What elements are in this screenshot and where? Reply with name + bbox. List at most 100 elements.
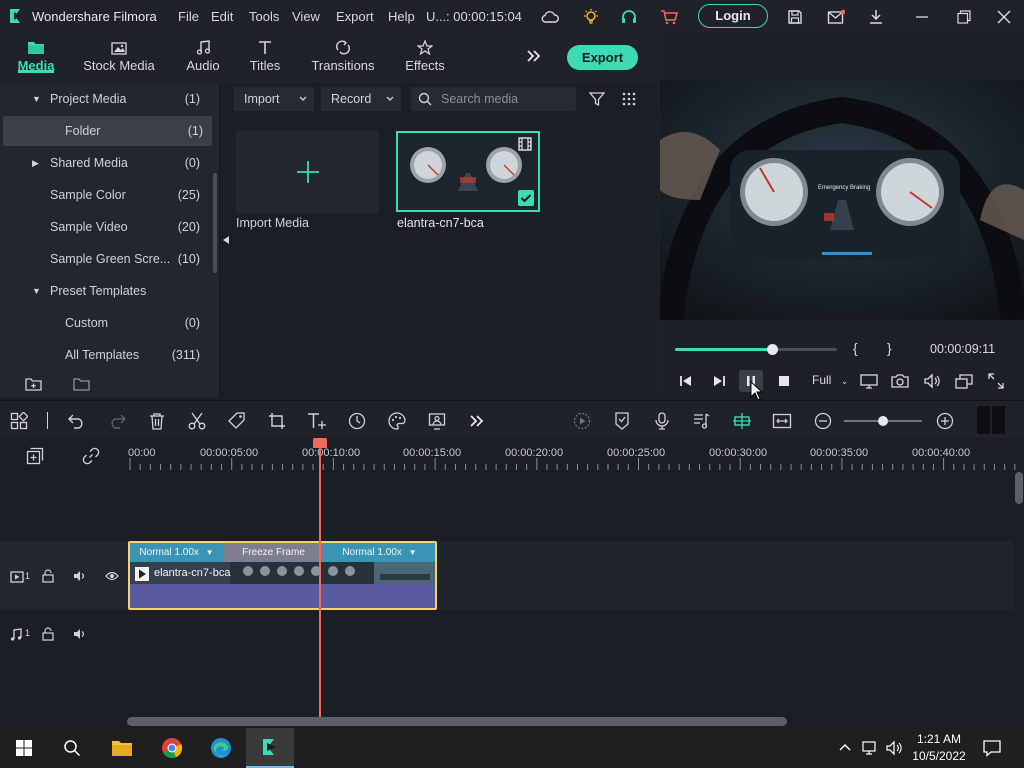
eye-icon[interactable] [105, 570, 119, 582]
tab-effects[interactable]: Effects [398, 33, 452, 83]
lock-icon[interactable] [42, 627, 54, 641]
windows-start-icon[interactable] [0, 728, 48, 768]
restore-icon[interactable] [953, 6, 975, 28]
close-icon[interactable] [993, 6, 1015, 28]
filter-icon[interactable] [589, 91, 605, 107]
marker-icon[interactable] [611, 410, 633, 432]
tab-audio[interactable]: Audio [178, 33, 228, 83]
chevron-up-icon[interactable] [838, 741, 852, 753]
green-screen-icon[interactable] [426, 410, 448, 432]
record-dropdown[interactable]: Record [321, 87, 401, 111]
new-folder-icon[interactable] [25, 377, 43, 392]
monitor-icon[interactable] [860, 373, 878, 389]
stop-icon[interactable] [778, 375, 790, 387]
tree-item-folder[interactable]: Folder (1) [3, 116, 212, 146]
speed-segment[interactable]: Normal 1.00x ▼ [130, 543, 223, 562]
file-explorer-icon[interactable] [98, 728, 146, 768]
freeze-frame-segment[interactable]: Freeze Frame [223, 543, 324, 562]
menu-view[interactable]: View [292, 9, 320, 24]
mail-icon[interactable] [825, 6, 847, 28]
tree-item-project-media[interactable]: ▼ Project Media (1) [0, 84, 212, 114]
add-text-icon[interactable] [306, 410, 328, 432]
tree-item-shared-media[interactable]: ▶ Shared Media (0) [0, 148, 212, 178]
search-input[interactable]: Search media [411, 87, 576, 111]
clock-date[interactable]: 10/5/2022 [908, 749, 970, 763]
link-icon[interactable] [82, 447, 100, 465]
fullscreen-icon[interactable] [988, 373, 1004, 389]
clock-time[interactable]: 1:21 AM [908, 732, 970, 746]
menu-edit[interactable]: Edit [211, 9, 233, 24]
crop-icon[interactable] [266, 410, 288, 432]
notification-icon[interactable] [983, 739, 1001, 757]
zoom-select[interactable]: Full ⌄ [812, 373, 848, 387]
chrome-icon[interactable] [148, 728, 196, 768]
tree-item-all-templates[interactable]: All Templates (311) [0, 340, 212, 370]
zoom-slider-handle[interactable] [878, 416, 888, 426]
menu-file[interactable]: File [178, 9, 199, 24]
tab-transitions[interactable]: Transitions [306, 33, 380, 83]
more-tools-icon[interactable] [466, 410, 488, 432]
playhead[interactable] [313, 438, 327, 718]
menu-export[interactable]: Export [336, 9, 374, 24]
redo-icon[interactable] [106, 410, 128, 432]
folder-icon[interactable] [73, 377, 91, 392]
tree-item-sample-video[interactable]: Sample Video (20) [0, 212, 212, 242]
export-button[interactable]: Export [567, 45, 638, 70]
delete-icon[interactable] [146, 410, 168, 432]
speed-segment[interactable]: Normal 1.00x ▼ [324, 543, 435, 562]
zoom-slider[interactable] [844, 416, 922, 426]
volume-icon[interactable] [923, 373, 941, 389]
download-icon[interactable] [865, 6, 887, 28]
bulb-icon[interactable] [580, 6, 602, 28]
cut-scissors-icon[interactable] [186, 410, 208, 432]
import-dropdown[interactable]: Import [234, 87, 314, 111]
tree-item-sample-green-screen[interactable]: Sample Green Scre... (10) [0, 244, 212, 274]
color-palette-icon[interactable] [386, 410, 408, 432]
preview-progress-track[interactable] [675, 344, 837, 355]
snapshot-icon[interactable] [891, 373, 909, 389]
play-forward-icon[interactable] [712, 375, 726, 387]
tab-stock-media[interactable]: Stock Media [80, 33, 158, 83]
minimize-icon[interactable] [911, 6, 933, 28]
tab-media[interactable]: Media [6, 33, 66, 83]
filmora-taskbar-icon[interactable] [246, 728, 294, 768]
zoom-in-icon[interactable] [934, 410, 956, 432]
grid-view-icon[interactable] [622, 92, 636, 106]
search-icon[interactable] [48, 728, 96, 768]
prev-frame-icon[interactable] [679, 375, 693, 387]
edge-icon[interactable] [197, 728, 245, 768]
audio-mixer-icon[interactable] [691, 410, 713, 432]
network-icon[interactable] [862, 740, 880, 756]
lock-icon[interactable] [42, 569, 54, 583]
render-preview-icon[interactable] [571, 410, 593, 432]
volume-icon[interactable] [885, 740, 903, 756]
tree-item-sample-color[interactable]: Sample Color (25) [0, 180, 212, 210]
timeline-hscroll-thumb[interactable] [127, 717, 787, 726]
login-button[interactable]: Login [698, 4, 768, 28]
mark-out-button[interactable]: } [887, 340, 892, 356]
layout-grid-icon[interactable] [8, 410, 30, 432]
speaker-icon[interactable] [73, 627, 87, 641]
headset-icon[interactable] [618, 6, 640, 28]
zoom-out-icon[interactable] [812, 410, 834, 432]
tab-titles[interactable]: Titles [240, 33, 290, 83]
more-tabs-icon[interactable] [526, 48, 542, 64]
microphone-icon[interactable] [651, 410, 673, 432]
mark-in-button[interactable]: { [853, 340, 858, 356]
menu-help[interactable]: Help [388, 9, 415, 24]
audio-track-lane[interactable] [128, 612, 1014, 658]
snap-magnet-icon[interactable] [731, 410, 753, 432]
tree-item-preset-templates[interactable]: ▼ Preset Templates [0, 276, 212, 306]
undo-icon[interactable] [66, 410, 88, 432]
speaker-icon[interactable] [73, 569, 87, 583]
media-thumbnail[interactable] [396, 131, 540, 212]
cart-icon[interactable] [658, 6, 680, 28]
tree-scrollbar[interactable] [213, 173, 217, 273]
cloud-icon[interactable] [539, 6, 561, 28]
menu-tools[interactable]: Tools [249, 9, 279, 24]
collapse-panel-icon[interactable] [222, 235, 230, 245]
add-track-icon[interactable] [26, 447, 44, 465]
vscroll-thumb[interactable] [1015, 472, 1023, 504]
save-icon[interactable] [784, 6, 806, 28]
timeline-vscroll[interactable] [1013, 472, 1024, 718]
